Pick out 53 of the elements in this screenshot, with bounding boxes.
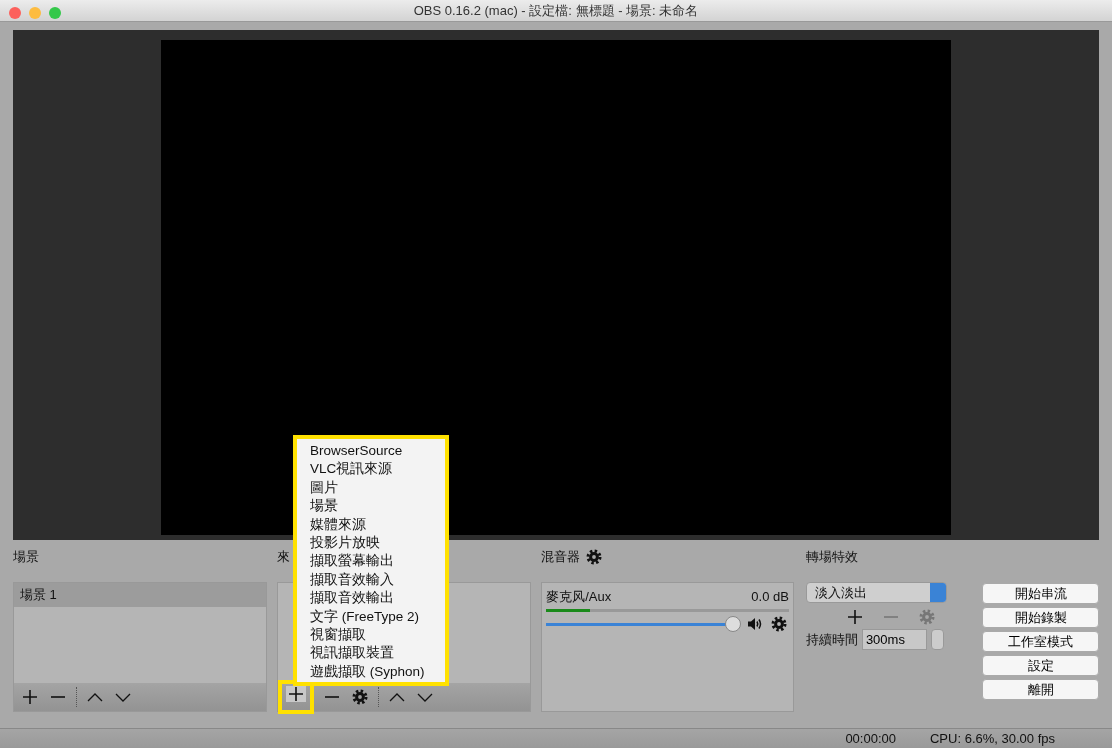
channel-name: 麥克风/Aux [546, 588, 612, 606]
menu-item[interactable]: 視訊擷取裝置 [297, 644, 445, 663]
panel-title: 場景 [13, 549, 39, 564]
volume-slider[interactable] [546, 615, 741, 632]
menu-item[interactable]: BrowserSource [297, 442, 445, 461]
channel-reading: 0.0 dB [751, 588, 789, 606]
window-control-button[interactable] [9, 7, 21, 19]
window-title: OBS 0.16.2 (mac) - 設定檔: 無標題 - 場景: 未命名 [413, 3, 699, 18]
menu-item[interactable]: 擷取螢幕輸出 [297, 552, 445, 571]
settings-icon [919, 609, 936, 625]
control-button[interactable]: 開始串流 [982, 583, 1099, 604]
menu-item[interactable]: VLC視訊來源 [297, 460, 445, 479]
minus-icon [50, 696, 66, 698]
slider-thumb[interactable] [724, 615, 741, 632]
menu-item[interactable]: 視窗擷取 [297, 626, 445, 645]
down-chevron-icon [115, 692, 131, 702]
dropdown-value: 淡入淡出 [813, 583, 868, 602]
plus-icon [22, 689, 38, 705]
panel-title: 來 [276, 549, 290, 564]
menu-item[interactable]: 媒體來源 [297, 515, 445, 535]
menu-item[interactable]: 文字 (FreeType 2) [297, 607, 445, 627]
window-control-button[interactable] [29, 7, 41, 19]
settings-icon [351, 689, 368, 705]
plus-icon [847, 609, 864, 625]
control-button[interactable]: 設定 [982, 655, 1099, 676]
menu-item[interactable]: 圖片 [297, 478, 445, 498]
menu-item[interactable]: 投影片放映 [297, 534, 445, 553]
settings-icon [770, 615, 787, 632]
menu-item[interactable]: 場景 [297, 497, 445, 516]
control-button[interactable]: 離開 [982, 679, 1099, 700]
settings-icon [586, 549, 603, 565]
panel-title: 轉場特效 [805, 549, 858, 564]
recording-time: 00:00:00 [845, 730, 896, 748]
performance-stats: CPU: 6.6%, 30.00 fps [930, 730, 1055, 748]
minus-icon [323, 696, 340, 698]
menu-item[interactable]: 擷取音效輸出 [297, 589, 445, 608]
stepper-control[interactable] [930, 629, 944, 650]
window-control-button[interactable] [49, 7, 61, 19]
menu-item[interactable]: 擷取音效輸入 [297, 570, 445, 590]
plus-icon [287, 686, 304, 703]
control-button[interactable]: 開始錄製 [982, 607, 1099, 628]
transition-dropdown[interactable]: 淡入淡出 [805, 582, 947, 603]
control-button[interactable]: 工作室模式 [982, 631, 1099, 652]
panel-title: 混音器 [541, 548, 581, 566]
speaker-icon [746, 615, 763, 632]
scene-item[interactable]: 場景 1 [14, 583, 266, 607]
duration-label: 持續時間 [805, 630, 858, 649]
down-chevron-icon [416, 692, 433, 702]
menu-item[interactable]: 遊戲擷取 (Syphon) [297, 662, 445, 682]
up-chevron-icon [388, 692, 405, 702]
minus-icon [883, 616, 900, 618]
up-chevron-icon [87, 692, 103, 702]
duration-field[interactable]: 300ms [861, 629, 927, 650]
